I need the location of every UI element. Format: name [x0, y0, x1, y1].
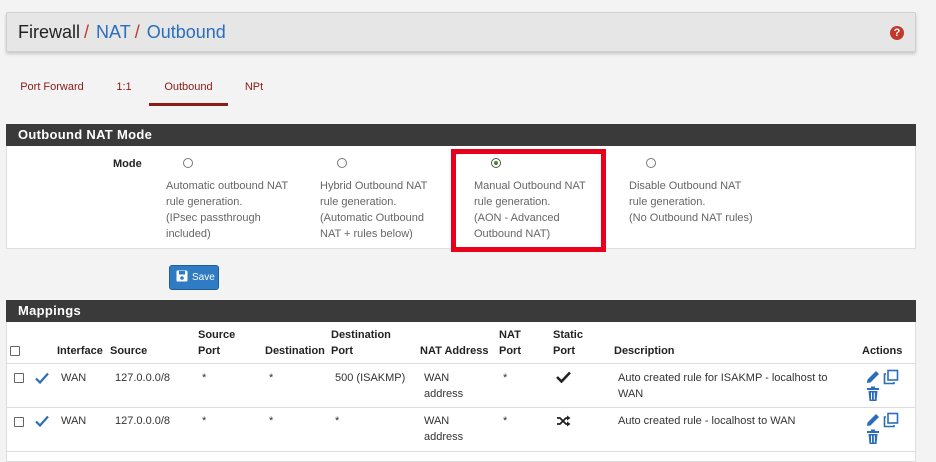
tab-outbound[interactable]: Outbound [149, 72, 228, 106]
selection-highlight [451, 149, 606, 252]
cell-source-port: * [202, 372, 207, 384]
tab-port-forward[interactable]: Port Forward [14, 72, 90, 106]
copy-icon[interactable] [883, 412, 899, 428]
cell-destination-port: 500 (ISAKMP) [335, 372, 406, 384]
nat-tabs: Port Forward 1:1 Outbound NPt [0, 72, 300, 108]
tab-npt[interactable]: NPt [238, 72, 270, 106]
col-static-port[interactable]: Static Port [553, 327, 583, 359]
row-divider [6, 451, 916, 452]
mappings-panel-title: Mappings [6, 300, 916, 322]
col-description[interactable]: Description [614, 343, 675, 359]
cell-nat-port: * [503, 372, 508, 384]
check-icon [556, 371, 571, 383]
tab-one-to-one[interactable]: 1:1 [110, 72, 138, 106]
mode-label: Mode [113, 158, 142, 170]
floppy-disk-icon [176, 270, 188, 282]
page-header: Firewall / NAT / Outbound ? [6, 12, 916, 52]
row-checkbox[interactable] [14, 373, 24, 383]
cell-destination: * [269, 372, 274, 384]
cell-source: 127.0.0.0/8 [115, 415, 171, 427]
enabled-check-icon[interactable] [35, 415, 49, 427]
cell-destination: * [269, 415, 274, 427]
mode-option-label: Automatic outbound NAT rule generation. … [166, 180, 289, 240]
breadcrumb: Firewall / NAT / Outbound [18, 22, 226, 43]
edit-icon[interactable] [865, 369, 881, 385]
col-nat-port[interactable]: NAT Port [499, 327, 521, 359]
col-source[interactable]: Source [110, 343, 147, 359]
row-divider [6, 407, 916, 408]
mode-option-label: Disable Outbound NAT rule generation. (N… [629, 180, 753, 224]
cell-description: Auto created rule for ISAKMP - localhost… [618, 372, 828, 400]
col-source-port[interactable]: Source Port [198, 327, 235, 359]
copy-icon[interactable] [883, 369, 899, 385]
row-checkbox[interactable] [14, 417, 24, 427]
row-divider [6, 363, 916, 364]
edit-icon[interactable] [865, 412, 881, 428]
col-destination-port[interactable]: Destination Port [331, 327, 391, 359]
breadcrumb-separator: / [134, 22, 140, 42]
col-actions: Actions [862, 345, 903, 357]
save-button[interactable]: Save [169, 265, 219, 290]
cell-description: Auto created rule - localhost to WAN [618, 415, 796, 427]
col-nat-address[interactable]: NAT Address [420, 343, 488, 359]
col-destination[interactable]: Destination [265, 343, 325, 359]
radio-hybrid[interactable] [337, 158, 347, 168]
mode-option-label: Hybrid Outbound NAT rule generation. (Au… [320, 180, 428, 240]
cell-nat-address: WAN address [424, 415, 464, 443]
help-icon[interactable]: ? [890, 26, 904, 40]
trash-icon[interactable] [865, 386, 881, 402]
trash-icon[interactable] [865, 429, 881, 445]
save-label: Save [192, 272, 215, 283]
cell-nat-port: * [503, 415, 508, 427]
cell-nat-address: WAN address [424, 372, 464, 400]
cell-source: 127.0.0.0/8 [115, 372, 171, 384]
breadcrumb-firewall[interactable]: Firewall [18, 22, 80, 42]
enabled-check-icon[interactable] [35, 372, 49, 384]
cell-source-port: * [202, 415, 207, 427]
mode-panel-title: Outbound NAT Mode [6, 124, 916, 146]
cell-destination-port: * [335, 415, 340, 427]
col-interface[interactable]: Interface [57, 343, 103, 359]
radio-disable[interactable] [646, 158, 656, 168]
select-all-checkbox[interactable] [10, 346, 20, 356]
cell-interface: WAN [61, 372, 87, 384]
breadcrumb-nat[interactable]: NAT [96, 22, 131, 42]
shuffle-icon [557, 415, 571, 427]
breadcrumb-outbound[interactable]: Outbound [147, 22, 226, 42]
breadcrumb-separator: / [84, 22, 90, 42]
cell-interface: WAN [61, 415, 87, 427]
radio-automatic[interactable] [183, 158, 193, 168]
